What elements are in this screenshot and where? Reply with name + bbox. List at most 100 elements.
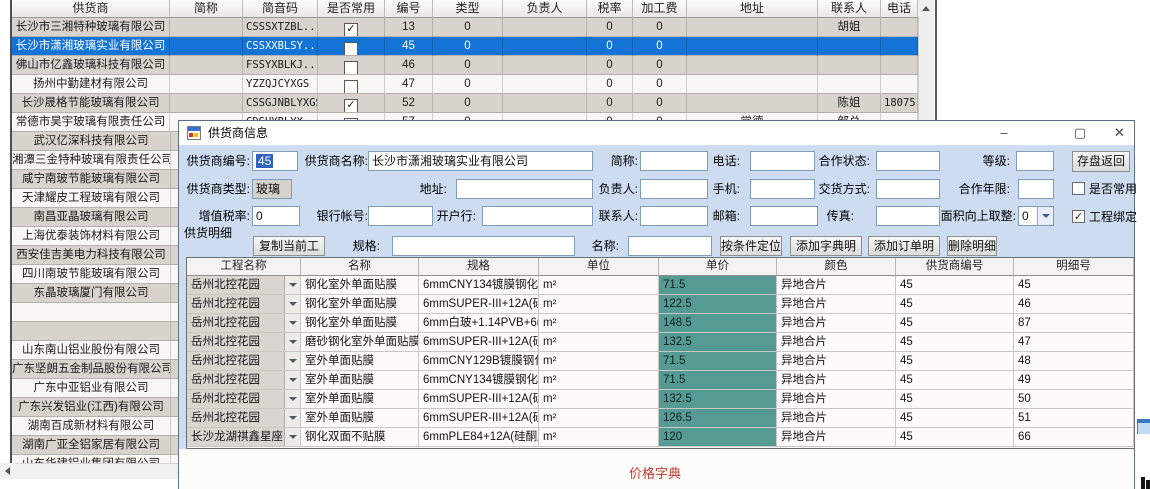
color-cell[interactable]: 异地合片: [777, 428, 896, 447]
detail-id-cell[interactable]: 47: [1014, 333, 1134, 352]
supplier-id-cell[interactable]: 45: [896, 333, 1014, 352]
supplier-row-cell-id[interactable]: 52: [385, 94, 433, 113]
price-cell[interactable]: 120: [659, 428, 777, 447]
supplier-id-cell[interactable]: 45: [896, 352, 1014, 371]
list-horizontal-scrollbar[interactable]: [0, 463, 190, 479]
supplier-row-cell-supplier[interactable]: 长沙晟格节能玻璃有限公司: [12, 94, 170, 113]
supplier-row-cell-common[interactable]: [318, 37, 385, 56]
supplier-row-cell-short_name[interactable]: [170, 37, 243, 56]
price-cell[interactable]: 71.5: [659, 352, 777, 371]
supplier-row-cell-code[interactable]: CSSSXTZBL...: [243, 18, 318, 37]
common-checkbox[interactable]: [344, 80, 358, 94]
supplier-row-cell-type[interactable]: 0: [433, 75, 503, 94]
unit-cell[interactable]: m²: [539, 314, 659, 333]
supplier-row-cell-fee[interactable]: 0: [633, 37, 687, 56]
area-round-up-dropdown-icon[interactable]: [1037, 207, 1053, 225]
price-cell[interactable]: 71.5: [659, 276, 777, 295]
spec-cell[interactable]: 6mmCNY134镀膜钢化: [419, 276, 539, 295]
detail-id-cell[interactable]: 49: [1014, 371, 1134, 390]
supplier-row-cell-common[interactable]: ✓: [318, 18, 385, 37]
supplier-row-cell-tax[interactable]: 0: [587, 18, 633, 37]
supplier-row-cell-address[interactable]: [687, 37, 818, 56]
supplier-type-input[interactable]: 玻璃: [252, 179, 292, 199]
supplier-row-cell-code[interactable]: CSSXXBLSY...: [243, 37, 318, 56]
delivery-method-input[interactable]: [876, 179, 940, 199]
add-dict-detail-button[interactable]: 添加字典明细: [790, 236, 862, 256]
list-item[interactable]: 西安佳吉美电力科技有限公司: [12, 246, 178, 265]
coop-years-input[interactable]: [1018, 179, 1054, 199]
spec-cell[interactable]: 6mmPLE84+12A(硅酮胶...: [419, 428, 539, 447]
supplier-row-cell-contact[interactable]: 陈姐: [818, 94, 881, 113]
spec-filter-input[interactable]: [392, 236, 575, 256]
supplier-row-cell-code[interactable]: CSSGJNBLYXGS: [243, 94, 318, 113]
color-cell[interactable]: 异地合片: [777, 295, 896, 314]
supplier-row-cell-contact[interactable]: [818, 37, 881, 56]
name-cell[interactable]: 磨砂钢化室外单面贴膜: [301, 333, 419, 352]
add-order-detail-button[interactable]: 添加订单明细: [868, 236, 940, 256]
close-button[interactable]: ✕: [1104, 121, 1135, 144]
supplier-row-cell-type[interactable]: 0: [433, 18, 503, 37]
project-dropdown-icon[interactable]: [284, 333, 300, 351]
common-checkbox[interactable]: [344, 61, 358, 75]
unit-cell[interactable]: m²: [539, 352, 659, 371]
list-item[interactable]: 南昌亚晶玻璃有限公司: [12, 208, 178, 227]
common-checkbox[interactable]: ✓: [344, 99, 358, 113]
project-combo-cell[interactable]: 岳州北控花园: [187, 333, 301, 352]
supplier-row-cell-short_name[interactable]: [170, 18, 243, 37]
list-item[interactable]: 广东中亚铝业有限公司: [12, 379, 178, 398]
project-dropdown-icon[interactable]: [284, 409, 300, 427]
unit-cell[interactable]: m²: [539, 333, 659, 352]
is-common-checkbox[interactable]: [1072, 182, 1085, 195]
unit-cell[interactable]: m²: [539, 428, 659, 447]
price-cell[interactable]: 132.5: [659, 390, 777, 409]
supplier-id-cell[interactable]: 45: [896, 428, 1014, 447]
list-item[interactable]: 湖南百成新材料有限公司: [12, 417, 178, 436]
supplier-row-cell-type[interactable]: 0: [433, 94, 503, 113]
project-dropdown-icon[interactable]: [284, 276, 300, 294]
supplier-row-cell-fee[interactable]: 0: [633, 94, 687, 113]
supplier-row-cell-phone[interactable]: [881, 37, 918, 56]
supplier-row-cell-id[interactable]: 45: [385, 37, 433, 56]
unit-cell[interactable]: m²: [539, 276, 659, 295]
delete-detail-button[interactable]: 删除明细: [947, 236, 997, 256]
supplier-row-cell-phone[interactable]: [881, 18, 918, 37]
color-cell[interactable]: 异地合片: [777, 409, 896, 428]
list-item[interactable]: 湘潭三金特种玻璃有限责任公司: [12, 151, 178, 170]
unit-cell[interactable]: m²: [539, 390, 659, 409]
price-cell[interactable]: 122.5: [659, 295, 777, 314]
supplier-row-cell-short_name[interactable]: [170, 75, 243, 94]
supplier-row-cell-supplier[interactable]: 长沙市潇湘玻璃实业有限公司: [12, 37, 170, 56]
grid-vertical-scrollbar[interactable]: [918, 0, 934, 132]
coop-status-input[interactable]: [876, 151, 940, 171]
list-item[interactable]: 四川南玻节能玻璃有限公司: [12, 265, 178, 284]
supplier-row-cell-contact[interactable]: 胡姐: [818, 18, 881, 37]
grade-input[interactable]: [1016, 151, 1054, 171]
supplier-row-cell-tax[interactable]: 0: [587, 94, 633, 113]
unit-cell[interactable]: m²: [539, 295, 659, 314]
color-cell[interactable]: 异地合片: [777, 333, 896, 352]
common-checkbox[interactable]: [344, 42, 358, 56]
list-item[interactable]: 山东南山铝业股份有限公司: [12, 341, 178, 360]
supplier-row-cell-contact[interactable]: [818, 56, 881, 75]
price-cell[interactable]: 71.5: [659, 371, 777, 390]
area-round-up-input[interactable]: 0: [1018, 206, 1054, 226]
color-cell[interactable]: 异地合片: [777, 276, 896, 295]
color-cell[interactable]: 异地合片: [777, 371, 896, 390]
save-return-button[interactable]: 存盘返回: [1072, 151, 1130, 172]
supplier-row-cell-code[interactable]: YZZQJCYXGS: [243, 75, 318, 94]
supplier-row-cell-phone[interactable]: 180751: [881, 94, 918, 113]
project-combo-cell[interactable]: 岳州北控花园: [187, 276, 301, 295]
spec-cell[interactable]: 6mmCNY129B镀膜钢化: [419, 352, 539, 371]
detail-id-cell[interactable]: 48: [1014, 352, 1134, 371]
supplier-id-input[interactable]: 45: [252, 151, 298, 171]
address-input[interactable]: [456, 179, 593, 199]
supplier-row-cell-id[interactable]: 13: [385, 18, 433, 37]
supplier-row-cell-manager[interactable]: [503, 18, 587, 37]
supplier-row-cell-fee[interactable]: 0: [633, 18, 687, 37]
supplier-row-cell-address[interactable]: [687, 75, 818, 94]
name-filter-input[interactable]: [628, 236, 712, 256]
supplier-row-cell-common[interactable]: ✓: [318, 94, 385, 113]
supplier-row-cell-address[interactable]: [687, 18, 818, 37]
copy-current-project-button[interactable]: 复制当前工程: [253, 236, 325, 256]
supplier-id-cell[interactable]: 45: [896, 314, 1014, 333]
